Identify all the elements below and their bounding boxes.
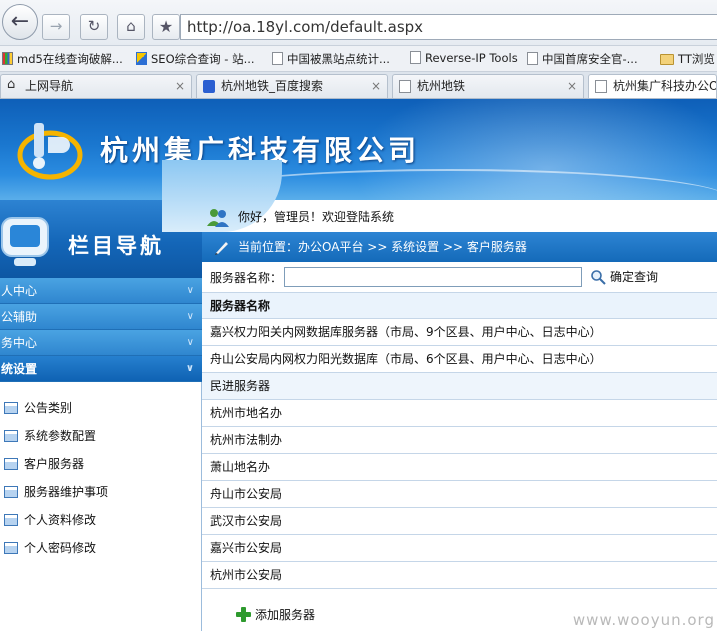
window-icon [4,458,18,470]
sidebar-item-notice-category[interactable]: 公告类别 [4,397,72,419]
monitor-icon [1,217,49,266]
sidebar-item-system-params[interactable]: 系统参数配置 [4,425,96,447]
window-icon [4,486,18,498]
reload-icon[interactable]: ↻ [80,14,108,40]
tab-oa-office[interactable]: 杭州集广科技办公O... [588,74,717,98]
search-row: 服务器名称： 确定查询 [202,262,717,292]
tab-navigation[interactable]: ⌂ 上网导航 × [0,74,192,98]
tab-strip: ⌂ 上网导航 × 杭州地铁_百度搜索 × 杭州地铁 × 杭州集广科技办公O... [0,72,717,99]
watermark: www.wooyun.org [572,611,715,629]
welcome-text: 你好，管理员！欢迎登陆系统 [238,210,395,224]
nav-title: 栏目导航 [68,234,164,258]
sidebar-item-client-servers[interactable]: 客户服务器 [4,453,84,475]
table-row[interactable]: 杭州市公安局 [202,562,717,589]
web-page: 杭州集广科技有限公司 栏目导航 人中心 ∨ 公辅助 ∨ 务中心 ∨ 统设置 ∨ 公告类别… [0,99,717,631]
multicolor-page-icon [2,52,13,65]
welcome-bar: 你好，管理员！欢迎登陆系统 [162,160,717,232]
tab-metro[interactable]: 杭州地铁 × [392,74,584,98]
chevron-down-icon: ∨ [185,363,194,374]
back-arrow-icon[interactable]: ← [2,4,38,40]
bookmark-reverse-ip[interactable]: Reverse-IP Tools [410,51,518,65]
table-row[interactable]: 民进服务器 [202,373,717,400]
bookmark-hacked-stats[interactable]: 中国被黑站点统计... [272,51,390,67]
house-icon: ⌂ [7,77,16,92]
forward-arrow-icon[interactable]: → [42,14,70,40]
window-icon [4,402,18,414]
table-row[interactable]: 舟山公安局内网权力阳光数据库（市局、6个区县、用户中心、日志中心） [202,346,717,373]
tab-baidu-search[interactable]: 杭州地铁_百度搜索 × [196,74,388,98]
bookmark-seo[interactable]: SEO综合查询 - 站... [136,51,255,67]
company-banner: 杭州集广科技有限公司 [0,99,717,200]
window-icon [4,430,18,442]
main-content: 你好，管理员！欢迎登陆系统 当前位置：办公OA平台 >> 系统设置 >> 客户服… [162,160,717,631]
breadcrumb: 当前位置：办公OA平台 >> 系统设置 >> 客户服务器 [202,232,717,262]
window-icon [4,542,18,554]
browser-toolbar: ← → ↻ ⌂ ★ http://oa.18yl.com/default.asp… [0,0,717,46]
page-icon [527,52,538,65]
table-row[interactable]: 嘉兴权力阳关内网数据库服务器（市局、9个区县、用户中心、日志中心） [202,319,717,346]
company-logo-icon [17,123,83,180]
server-name-input[interactable] [284,267,582,287]
table-row[interactable]: 萧山地名办 [202,454,717,481]
server-table: 服务器名称 嘉兴权力阳关内网数据库服务器（市局、9个区县、用户中心、日志中心） … [202,292,717,589]
bookmark-tt-folder[interactable]: TT浏览 [660,51,715,67]
page-icon [272,52,283,65]
chevron-down-icon: ∨ [186,311,194,322]
table-row[interactable]: 武汉市公安局 [202,508,717,535]
sidebar-item-profile-edit[interactable]: 个人资料修改 [4,509,96,531]
close-icon[interactable]: × [175,75,185,97]
chevron-down-icon: ∨ [186,337,194,348]
table-row[interactable]: 舟山市公安局 [202,481,717,508]
bookmarks-bar: md5在线查询破解... SEO综合查询 - 站... 中国被黑站点统计... … [0,46,717,72]
table-header: 服务器名称 [202,292,717,319]
star-icon[interactable]: ★ [152,14,180,40]
menu-group-system-settings[interactable]: 统设置 ∨ [0,356,202,382]
table-row[interactable]: 杭州市地名办 [202,400,717,427]
add-server-button[interactable]: 添加服务器 [236,606,315,623]
menu-group-service-center[interactable]: 务中心 ∨ [0,330,202,356]
address-bar[interactable]: http://oa.18yl.com/default.aspx [180,14,717,40]
menu-group-personal-center[interactable]: 人中心 ∨ [0,278,202,304]
pen-icon [215,242,228,255]
bookmark-cso[interactable]: 中国首席安全官-... [527,51,638,67]
sidebar: 栏目导航 人中心 ∨ 公辅助 ∨ 务中心 ∨ 统设置 ∨ 公告类别 系统参数配置 客户服… [0,200,202,631]
search-icon[interactable] [590,269,606,285]
page-icon [410,51,421,64]
query-button[interactable]: 确定查询 [610,268,658,285]
seo-icon [136,52,147,65]
menu-group-office-assist[interactable]: 公辅助 ∨ [0,304,202,330]
folder-icon [660,54,674,65]
page-icon [595,80,607,93]
close-icon[interactable]: × [371,75,381,97]
chevron-down-icon: ∨ [186,285,194,296]
paw-icon [203,80,215,93]
table-row[interactable]: 嘉兴市公安局 [202,535,717,562]
search-label: 服务器名称： [210,271,283,285]
close-icon[interactable]: × [567,75,577,97]
sidebar-item-password-edit[interactable]: 个人密码修改 [4,537,96,559]
bookmark-md5[interactable]: md5在线查询破解... [2,51,123,67]
sidebar-item-server-maintenance[interactable]: 服务器维护事项 [4,481,108,503]
window-icon [4,514,18,526]
home-icon[interactable]: ⌂ [117,14,145,40]
plus-icon [236,607,251,622]
page-icon [399,80,411,93]
table-row[interactable]: 杭州市法制办 [202,427,717,454]
users-icon [207,209,229,227]
